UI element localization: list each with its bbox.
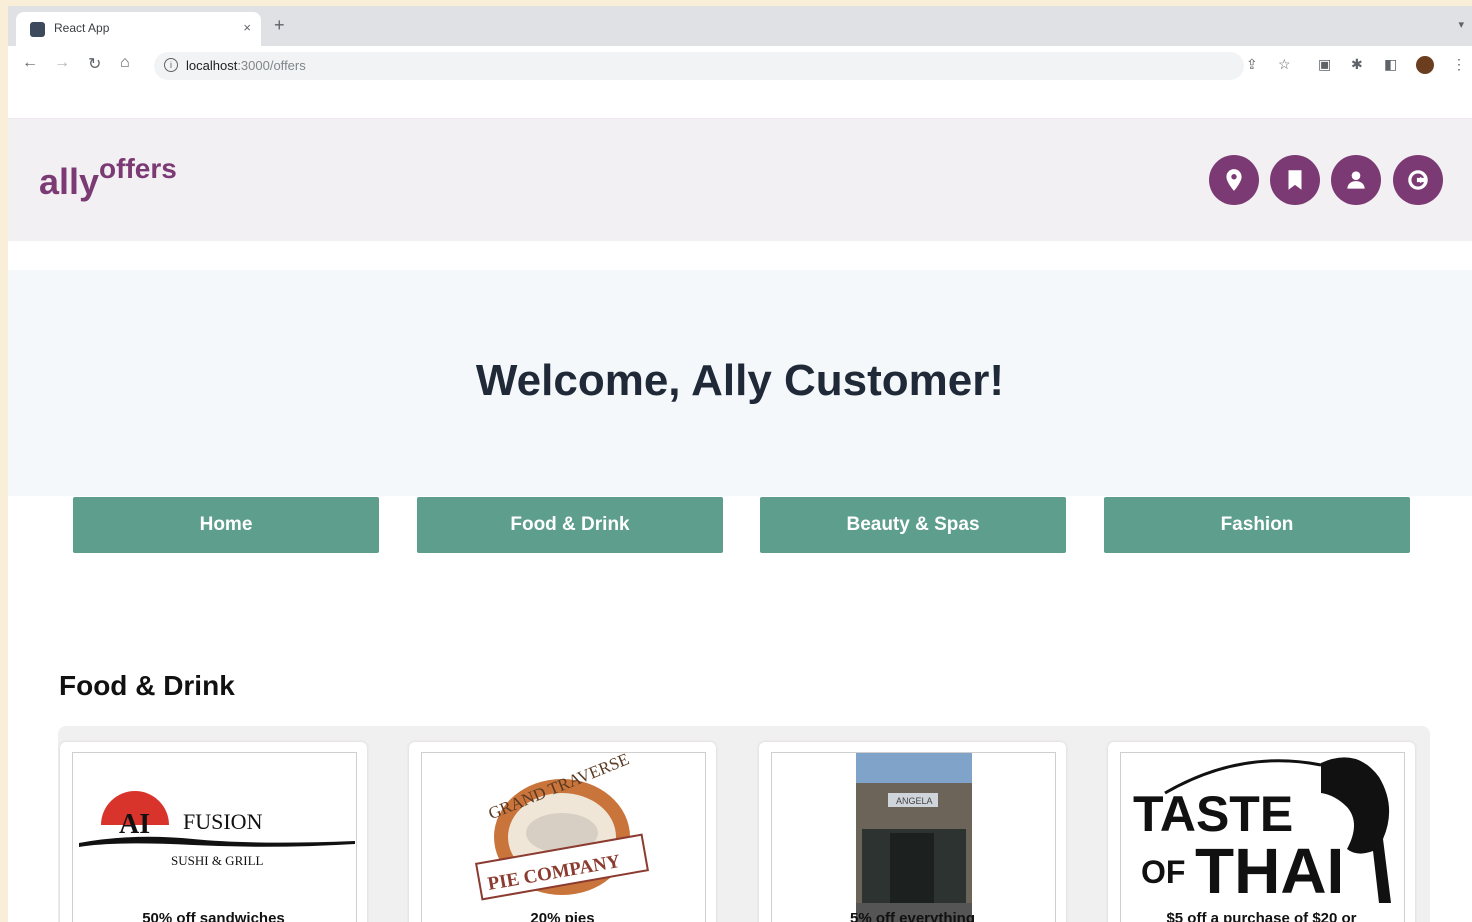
svg-text:THAI: THAI	[1195, 835, 1344, 907]
svg-text:AI: AI	[119, 809, 150, 840]
puzzle-icon[interactable]: ✱	[1351, 56, 1363, 73]
storefront-photo: ANGELA	[771, 752, 1056, 922]
new-tab-icon[interactable]: +	[274, 15, 285, 36]
tab-search-chevron-icon[interactable]: ▾	[1458, 18, 1464, 31]
hero-banner: Welcome, Ally Customer!	[8, 270, 1472, 496]
svg-text:ANGELA: ANGELA	[896, 796, 933, 806]
logo[interactable]: allyoffers	[39, 153, 177, 203]
address-bar[interactable]: i localhost:3000/offers	[154, 52, 1244, 80]
svg-text:FUSION: FUSION	[183, 809, 263, 834]
offer-text: 20% pies	[530, 910, 595, 922]
back-arrow-icon[interactable]: ←	[22, 54, 38, 72]
profile-avatar[interactable]	[1416, 56, 1434, 74]
bookmark-icon	[1288, 170, 1302, 190]
browser-tab[interactable]: React App ×	[16, 12, 261, 46]
map-pin-icon	[1226, 169, 1242, 191]
bookmark-star-icon[interactable]: ☆	[1278, 56, 1291, 73]
browser-toolbar: ← → ↻ ⌂ i localhost:3000/offers ⇪ ☆ ▣ ✱ …	[8, 46, 1472, 84]
svg-text:TASTE: TASTE	[1133, 786, 1293, 842]
location-button[interactable]	[1209, 155, 1259, 205]
side-panel-icon[interactable]: ◧	[1384, 56, 1397, 73]
url-text: localhost:3000/offers	[186, 58, 306, 73]
category-fashion-button[interactable]: Fashion	[1104, 497, 1410, 553]
tab-close-icon[interactable]: ×	[243, 20, 251, 35]
offer-card[interactable]: TASTE OF THAI $5 off a purchase of $20 o…	[1108, 742, 1415, 922]
svg-text:SUSHI & GRILL: SUSHI & GRILL	[171, 853, 264, 868]
category-beauty-spas-button[interactable]: Beauty & Spas	[760, 497, 1066, 553]
user-icon	[1347, 171, 1365, 189]
category-food-drink-button[interactable]: Food & Drink	[417, 497, 723, 553]
saved-offers-button[interactable]	[1270, 155, 1320, 205]
offer-card[interactable]: GRAND TRAVERSE PIE COMPANY 20% pies	[409, 742, 716, 922]
offer-text: 5% off everything	[849, 910, 976, 922]
offer-text: 50% off sandwiches	[142, 910, 285, 922]
category-home-button[interactable]: Home	[73, 497, 379, 553]
reload-icon[interactable]: ↻	[88, 54, 101, 74]
ai-fusion-logo: AI FUSION SUSHI & GRILL	[72, 752, 357, 922]
app-header: allyoffers	[8, 118, 1472, 241]
offer-text: $5 off a purchase of $20 or	[1166, 910, 1357, 922]
menu-dots-icon[interactable]: ⋮	[1452, 56, 1466, 73]
favicon-icon	[30, 22, 45, 37]
forward-arrow-icon[interactable]: →	[54, 54, 70, 72]
svg-text:OF: OF	[1141, 854, 1185, 890]
welcome-heading: Welcome, Ally Customer!	[475, 356, 1005, 405]
extension-icon[interactable]: ▣	[1318, 56, 1331, 73]
offer-card[interactable]: ANGELA 5% off everything	[759, 742, 1066, 922]
home-icon[interactable]: ⌂	[120, 54, 130, 72]
share-icon[interactable]: ⇪	[1246, 56, 1258, 73]
section-title: Food & Drink	[59, 670, 235, 701]
tab-title: React App	[54, 21, 110, 35]
profile-button[interactable]	[1331, 155, 1381, 205]
offer-card[interactable]: AI FUSION SUSHI & GRILL 50% off sandwich…	[60, 742, 367, 922]
tab-strip: React App × + ▾	[8, 6, 1472, 46]
grand-traverse-pie-logo: GRAND TRAVERSE PIE COMPANY	[421, 752, 706, 922]
logout-button[interactable]	[1393, 155, 1443, 205]
browser-window: React App × + ▾ ← → ↻ ⌂ i localhost:3000…	[8, 6, 1472, 922]
logout-icon	[1408, 170, 1428, 190]
taste-of-thai-logo: TASTE OF THAI	[1120, 752, 1405, 922]
site-info-icon[interactable]: i	[164, 58, 178, 72]
